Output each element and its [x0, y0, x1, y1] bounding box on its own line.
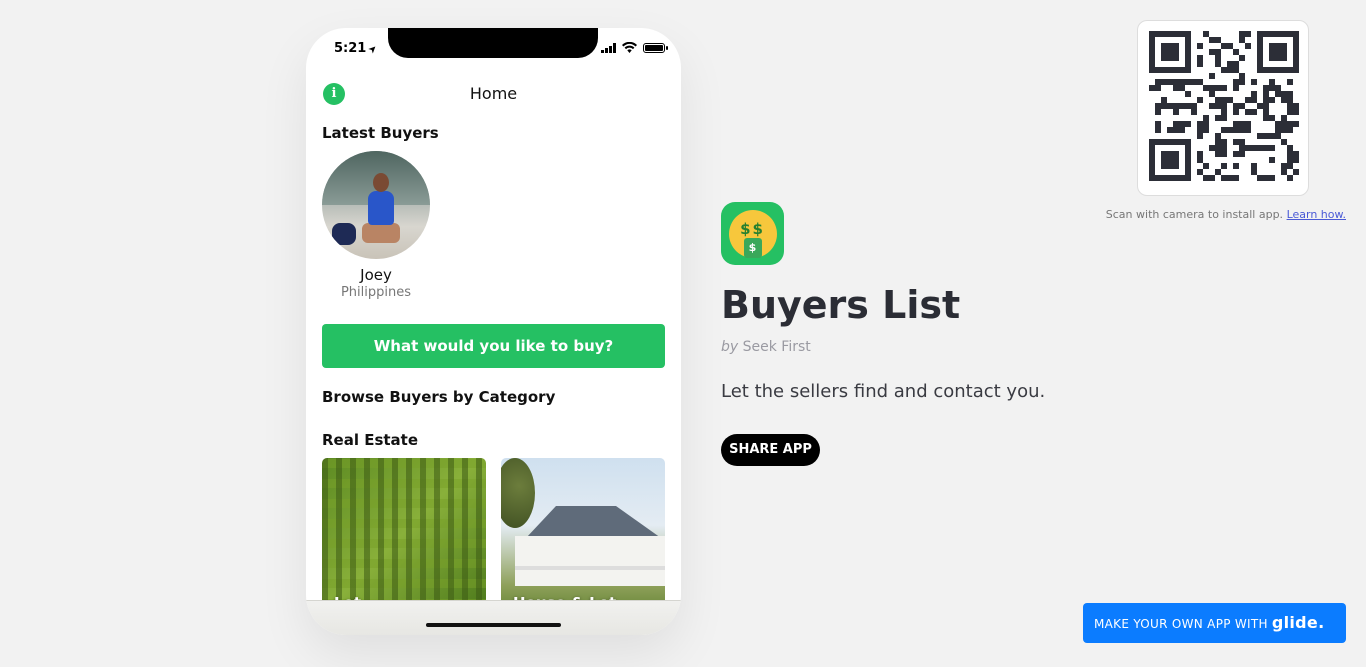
cellular-signal-icon	[601, 42, 616, 53]
battery-icon	[643, 42, 668, 53]
learn-how-link[interactable]: Learn how.	[1287, 208, 1346, 221]
category-tile-house-and-lot[interactable]: House & Lot	[501, 458, 665, 608]
category-tile-lot[interactable]: Lot	[322, 458, 486, 608]
buyer-card[interactable]: Joey Philippines	[322, 151, 430, 300]
status-bar-icons	[601, 42, 668, 53]
share-app-button[interactable]: SHARE APP	[721, 434, 820, 466]
app-author: by Seek First	[721, 339, 811, 355]
make-your-own-app-button[interactable]: MAKE YOUR OWN APP WITH glide.	[1083, 603, 1346, 643]
browse-category-heading: Browse Buyers by Category	[322, 388, 556, 406]
screen-title: Home	[469, 84, 518, 103]
qr-code	[1137, 20, 1309, 196]
qr-code-pattern	[1149, 31, 1299, 181]
what-to-buy-button[interactable]: What would you like to buy?	[322, 324, 665, 368]
money-mouth-face-icon: $$ $	[721, 202, 784, 265]
phone-bottom-bar	[306, 600, 681, 635]
wifi-icon	[622, 42, 637, 53]
qr-caption: Scan with camera to install app. Learn h…	[1105, 208, 1346, 221]
buyer-avatar	[322, 151, 430, 259]
status-bar-time: 5:21➤	[334, 41, 381, 57]
real-estate-heading: Real Estate	[322, 431, 419, 449]
app-title: Buyers List	[721, 283, 961, 327]
phone-notch	[388, 28, 598, 58]
phone-preview: 5:21➤ i Home Latest Buyers Joey Philippi…	[306, 28, 681, 635]
buyer-name: Joey	[360, 266, 392, 284]
latest-buyers-heading: Latest Buyers	[322, 124, 439, 142]
home-indicator	[426, 623, 561, 627]
app-description: Let the sellers find and contact you.	[721, 381, 1046, 402]
location-arrow-icon: ➤	[366, 42, 381, 57]
buyer-country: Philippines	[340, 285, 412, 300]
glide-logo: glide.	[1271, 613, 1325, 632]
